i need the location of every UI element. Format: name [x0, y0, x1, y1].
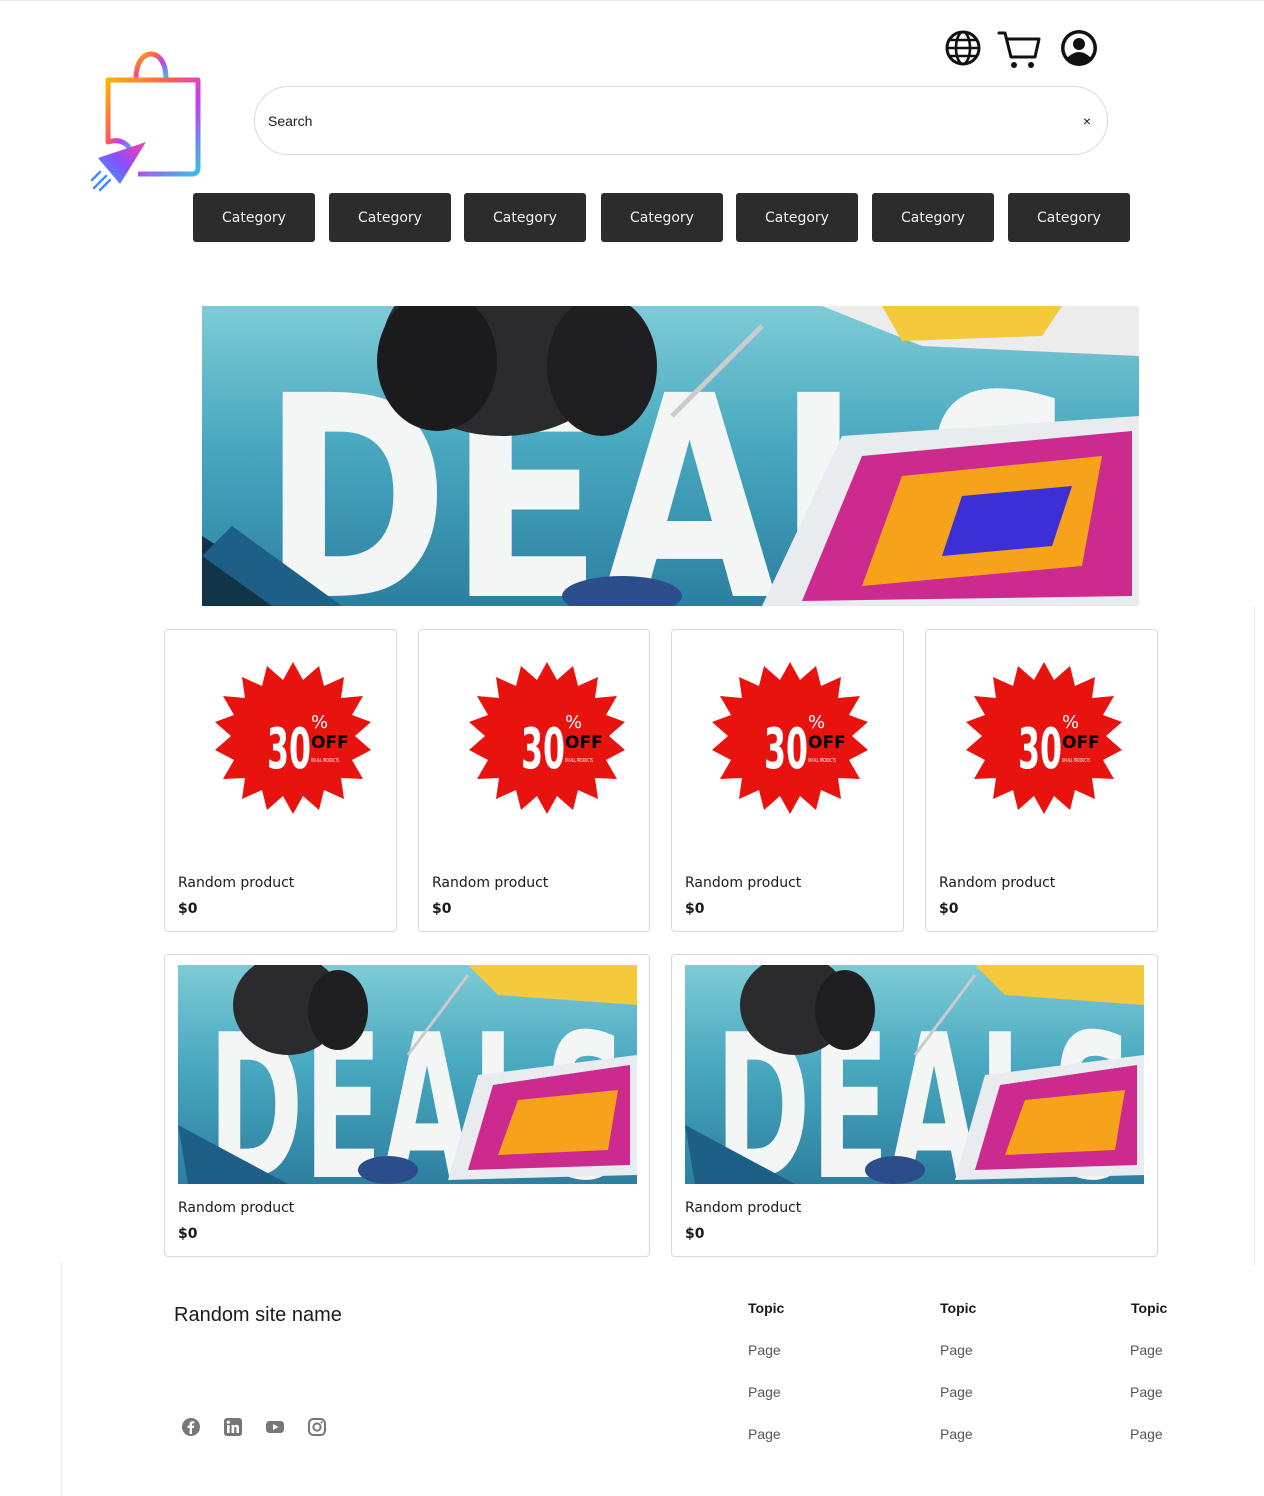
- category-button[interactable]: Category: [1008, 193, 1130, 242]
- product-card[interactable]: 30 % OFF ON ALL PRODUCTS Random product …: [418, 629, 650, 932]
- svg-text:OFF: OFF: [808, 733, 846, 753]
- search-bar: ×: [254, 86, 1108, 155]
- footer-page-link[interactable]: Page: [940, 1426, 973, 1442]
- cart-icon[interactable]: [996, 28, 1042, 72]
- svg-text:OFF: OFF: [565, 733, 603, 753]
- product-card[interactable]: 30 % OFF ON ALL PRODUCTS Random product …: [925, 629, 1158, 932]
- product-price: $0: [432, 901, 452, 917]
- product-price: $0: [178, 1226, 198, 1242]
- footer-page-link[interactable]: Page: [1130, 1426, 1163, 1442]
- footer-topic: Topic: [1131, 1300, 1168, 1316]
- product-card[interactable]: DEALS Random product $0: [164, 954, 650, 1257]
- svg-text:ON ALL PRODUCTS: ON ALL PRODUCTS: [1062, 758, 1090, 764]
- svg-text:ON ALL PRODUCTS: ON ALL PRODUCTS: [808, 758, 836, 764]
- footer-page-link[interactable]: Page: [940, 1342, 973, 1358]
- site-name: Random site name: [174, 1304, 342, 1326]
- product-name: Random product: [178, 1200, 295, 1216]
- product-card[interactable]: 30 % OFF ON ALL PRODUCTS Random product …: [164, 629, 397, 932]
- svg-text:ON ALL PRODUCTS: ON ALL PRODUCTS: [565, 758, 593, 764]
- category-button[interactable]: Category: [329, 193, 451, 242]
- product-name: Random product: [685, 1200, 802, 1216]
- svg-text:30: 30: [764, 717, 808, 782]
- search-input[interactable]: [268, 109, 1048, 133]
- shopping-bag-logo-icon: [90, 51, 201, 192]
- product-price: $0: [685, 901, 705, 917]
- footer-topic: Topic: [748, 1300, 785, 1316]
- svg-text:%: %: [808, 712, 825, 733]
- product-card[interactable]: 30 % OFF ON ALL PRODUCTS Random product …: [671, 629, 904, 932]
- product-price: $0: [939, 901, 959, 917]
- product-name: Random product: [939, 875, 1056, 891]
- category-button[interactable]: Category: [736, 193, 858, 242]
- deals-banner-image: DEALS: [178, 965, 637, 1184]
- product-card[interactable]: DEALS Random product $0: [671, 954, 1158, 1257]
- category-button[interactable]: Category: [601, 193, 723, 242]
- category-button[interactable]: Category: [193, 193, 315, 242]
- category-button[interactable]: Category: [464, 193, 586, 242]
- facebook-icon[interactable]: [181, 1417, 201, 1437]
- svg-text:ON ALL PRODUCTS: ON ALL PRODUCTS: [311, 758, 339, 764]
- svg-text:%: %: [311, 712, 328, 733]
- svg-text:%: %: [1062, 712, 1079, 733]
- 30-percent-off-badge: 30 % OFF ON ALL PRODUCTS: [964, 658, 1124, 818]
- product-price: $0: [178, 901, 198, 917]
- footer-page-link[interactable]: Page: [940, 1384, 973, 1400]
- svg-text:30: 30: [1018, 717, 1062, 782]
- top-divider: [0, 0, 1264, 1]
- instagram-icon[interactable]: [307, 1417, 327, 1437]
- footer-topic: Topic: [940, 1300, 977, 1316]
- footer-divider: [61, 1262, 62, 1496]
- footer-page-link[interactable]: Page: [1130, 1384, 1163, 1400]
- svg-text:OFF: OFF: [1062, 733, 1100, 753]
- footer-page-link[interactable]: Page: [1130, 1342, 1163, 1358]
- hero-deals-banner[interactable]: DEALS: [202, 306, 1139, 606]
- 30-percent-off-badge: 30 % OFF ON ALL PRODUCTS: [710, 658, 870, 818]
- shopping-bag-logo[interactable]: [88, 46, 208, 196]
- 30-percent-off-badge: 30 % OFF ON ALL PRODUCTS: [213, 658, 373, 818]
- youtube-icon[interactable]: [265, 1417, 285, 1437]
- account-icon[interactable]: [1059, 28, 1099, 68]
- product-name: Random product: [685, 875, 802, 891]
- svg-text:30: 30: [267, 717, 311, 782]
- product-name: Random product: [432, 875, 549, 891]
- deals-banner-image: DEALS: [202, 306, 1139, 606]
- category-button[interactable]: Category: [872, 193, 994, 242]
- svg-text:30: 30: [521, 717, 565, 782]
- category-nav: Category Category Category Category Cate…: [193, 193, 1133, 243]
- product-name: Random product: [178, 875, 295, 891]
- 30-percent-off-badge: 30 % OFF ON ALL PRODUCTS: [467, 658, 627, 818]
- deals-banner-image: DEALS: [685, 965, 1144, 1184]
- footer-page-link[interactable]: Page: [748, 1384, 781, 1400]
- globe-icon[interactable]: [943, 28, 983, 68]
- linkedin-icon[interactable]: [223, 1417, 243, 1437]
- product-price: $0: [685, 1226, 705, 1242]
- svg-text:OFF: OFF: [311, 733, 349, 753]
- footer-page-link[interactable]: Page: [748, 1426, 781, 1442]
- svg-text:%: %: [565, 712, 582, 733]
- footer-page-link[interactable]: Page: [748, 1342, 781, 1358]
- clear-search-icon[interactable]: ×: [1077, 111, 1097, 131]
- right-divider: [1254, 606, 1255, 1266]
